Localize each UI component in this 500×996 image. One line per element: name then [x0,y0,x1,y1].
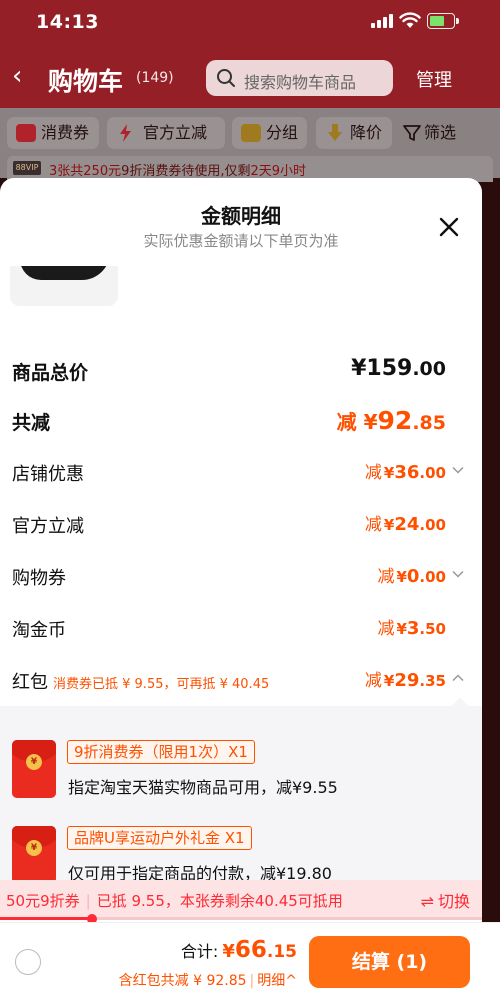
red-packet-list: ¥ 9折消费券（限用1次）X1 指定淘宝天猫实物商品可用，减¥9.55 ¥ 品牌… [0,697,482,884]
row-shop-discount[interactable]: 店铺优惠 减 ¥36.00 [0,452,482,492]
back-icon[interactable]: ‹ [12,62,36,90]
filter-label: 降价 [350,123,383,142]
cellular-signal-icon [371,14,393,28]
filter-price-drop[interactable]: 降价 [316,117,392,149]
filter-icon [403,125,421,141]
filter-official-discount[interactable]: 官方立减 [107,117,225,149]
row-label: 商品总价 [12,362,89,384]
row-label: 共减 [12,412,51,434]
search-placeholder: 搜索购物车商品 [244,73,357,92]
filter-label: 官方立减 [143,123,208,142]
filter-label: 分组 [266,123,299,142]
row-value: 减 ¥92.85 [336,406,446,435]
battery-icon [427,13,459,29]
row-total-price: 商品总价 ¥159.00 [0,350,482,390]
sheet-title: 金额明细 [201,204,281,228]
total-summary: 合计: ¥66.15 [180,937,297,963]
coupon-item[interactable]: ¥ 9折消费券（限用1次）X1 指定淘宝天猫实物商品可用，减¥9.55 [12,740,472,804]
row-label: 红包 [12,672,48,693]
coupon-icon [16,124,36,142]
checkout-bar: 合计: ¥66.15 含红包共减 ¥ 92.85 | 明细^ 结算 (1) [0,922,500,996]
row-official-discount: 官方立减 减 ¥24.00 [0,504,482,544]
row-value: 减 ¥3.50 [377,618,446,639]
close-icon[interactable] [436,214,462,240]
down-arrow-icon [328,124,342,141]
row-value: ¥159.00 [351,356,446,381]
vip-badge: 88VIP [13,161,41,175]
banner-text: 3张共250元9折消费券待使用,仅剩2天9小时 [49,164,307,179]
row-total-savings: 共减 减 ¥92.85 [0,400,482,440]
filter-label: 消费券 [41,123,90,142]
swap-icon: ⇌ [420,892,434,911]
switch-button[interactable]: ⇌ 切换 [421,888,470,912]
coupon-tag: 品牌U享运动户外礼金 X1 [67,826,252,850]
row-red-packet[interactable]: 红包 消费券已抵 ¥ 9.55，可再抵 ¥ 40.45 减 ¥29.35 [0,660,482,700]
search-input[interactable]: 搜索购物车商品 [206,60,393,96]
filter-group[interactable]: 分组 [232,117,307,149]
red-envelope-icon: ¥ [12,826,56,884]
row-value: 减 ¥24.00 [364,514,446,535]
filter-coupon[interactable]: 消费券 [7,117,99,149]
lightning-icon [120,124,131,142]
status-time: 14:13 [36,11,99,33]
coupon-usage-info: 50元9折券 | 已抵 9.55，本张券剩余40.45可抵用 [6,892,343,910]
product-thumbnail [10,266,118,306]
wifi-icon [399,12,421,28]
red-packet-note: 消费券已抵 ¥ 9.55，可再抵 ¥ 40.45 [53,677,270,692]
chevron-down-icon [452,570,464,578]
filter-screen[interactable]: 筛选 [398,117,466,149]
amount-detail-sheet: 金额明细 实际优惠金额请以下单页为准 商品总价 ¥159.00 共减 减 ¥92… [0,178,482,996]
page-title: 购物车 [48,67,124,96]
chevron-up-icon [452,674,464,682]
manage-button[interactable]: 管理 [416,66,452,92]
row-taobao-coin: 淘金币 减 ¥3.50 [0,608,482,648]
select-all-checkbox[interactable] [15,949,41,975]
row-label: 购物券 [12,568,66,589]
detail-link[interactable]: 含红包共减 ¥ 92.85 | 明细^ [119,970,297,990]
row-value: 减 ¥36.00 [364,462,446,483]
sheet-subtitle: 实际优惠金额请以下单页为准 [143,232,339,250]
row-label: 淘金币 [12,620,66,641]
folder-icon [241,124,261,142]
coupon-usage-strip: 50元9折券 | 已抵 9.55，本张券剩余40.45可抵用 ⇌ 切换 [0,880,482,924]
checkout-button[interactable]: 结算 (1) [309,936,470,988]
filter-label: 筛选 [424,123,457,142]
red-envelope-icon: ¥ [12,740,56,798]
chevron-up-icon: ^ [285,973,297,989]
coupon-progress-bar [0,914,482,924]
cart-navbar: ‹ 购物车 (149) 搜索购物车商品 管理 [0,54,500,102]
cart-count: (149) [136,70,174,86]
coupon-tag: 9折消费券（限用1次）X1 [67,740,255,764]
filter-bar: 消费券 官方立减 分组 降价 筛选 88VIP 3张共250元9折消费券待使用,… [0,108,500,182]
coupon-desc: 指定淘宝天猫实物商品可用，减¥9.55 [68,778,338,797]
chevron-down-icon [452,466,464,474]
row-label: 官方立减 [12,516,84,537]
status-bar: 14:13 [0,0,500,44]
search-icon [217,69,235,87]
row-shopping-voucher[interactable]: 购物券 减 ¥0.00 [0,556,482,596]
row-value: 减 ¥0.00 [377,566,446,587]
row-value: 减 ¥29.35 [364,670,446,691]
row-label: 店铺优惠 [12,464,84,485]
